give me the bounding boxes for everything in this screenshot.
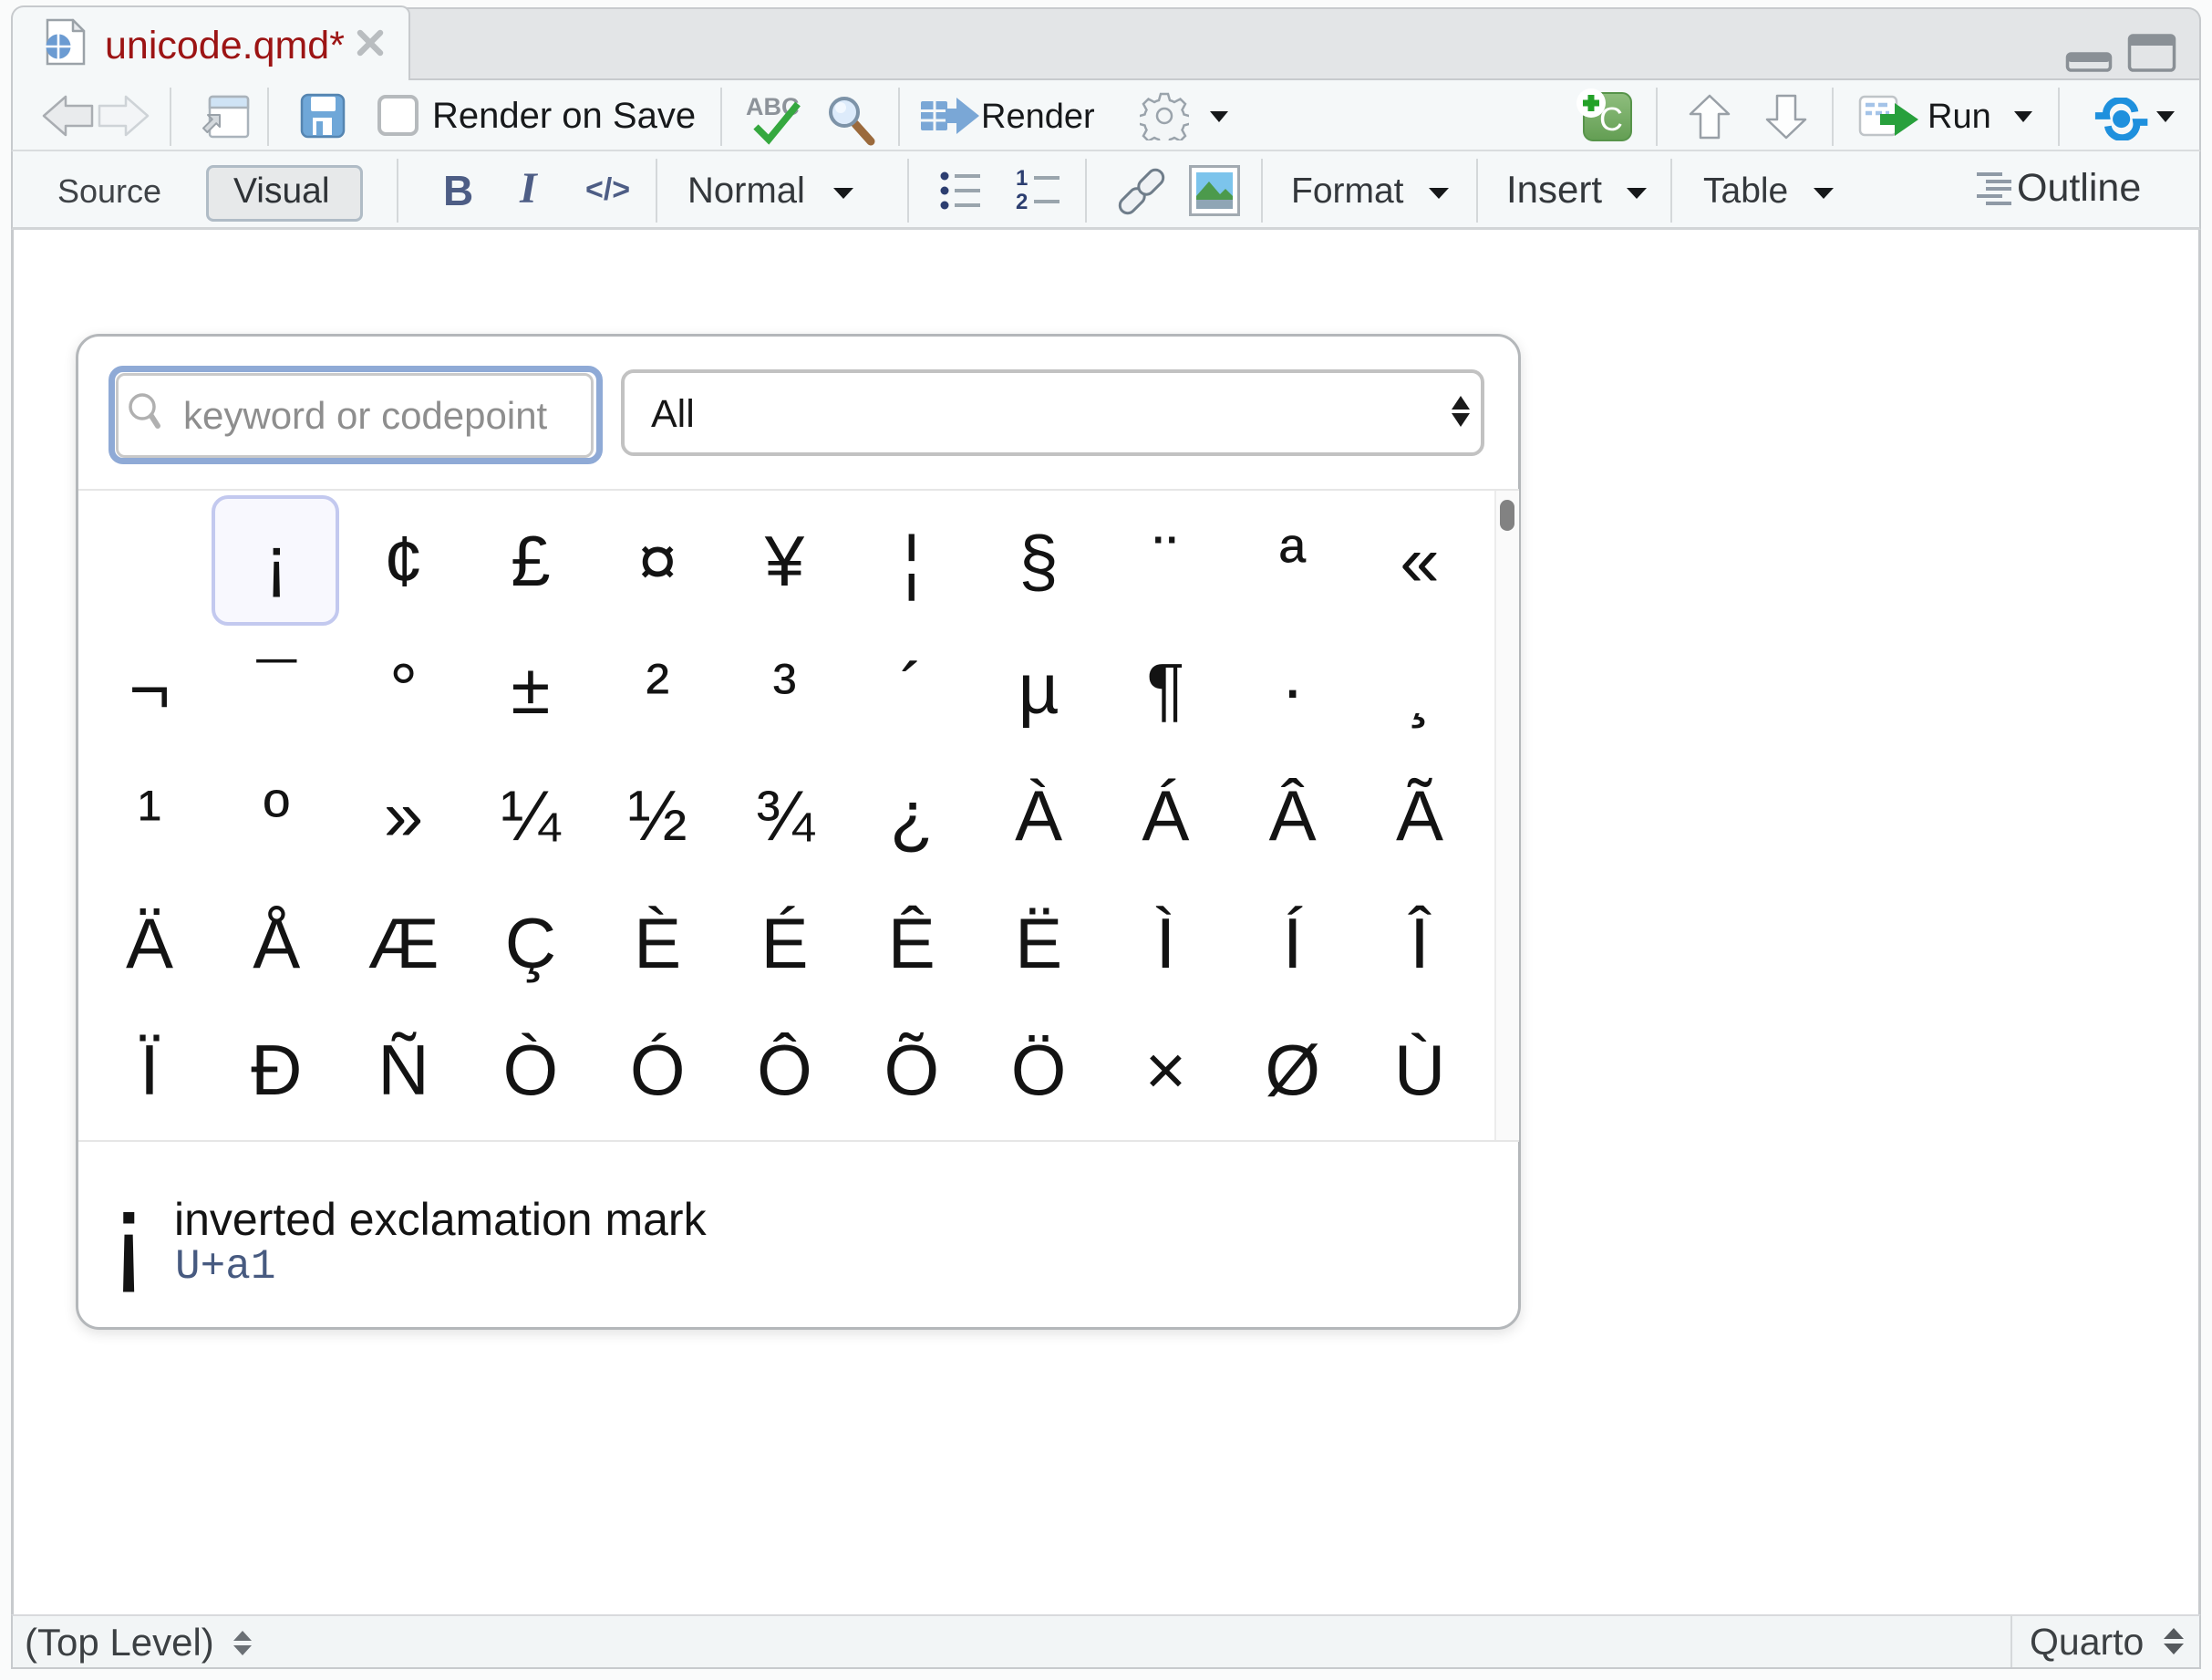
svg-text:1: 1 [1016,168,1028,191]
svg-text:2: 2 [1016,190,1028,213]
